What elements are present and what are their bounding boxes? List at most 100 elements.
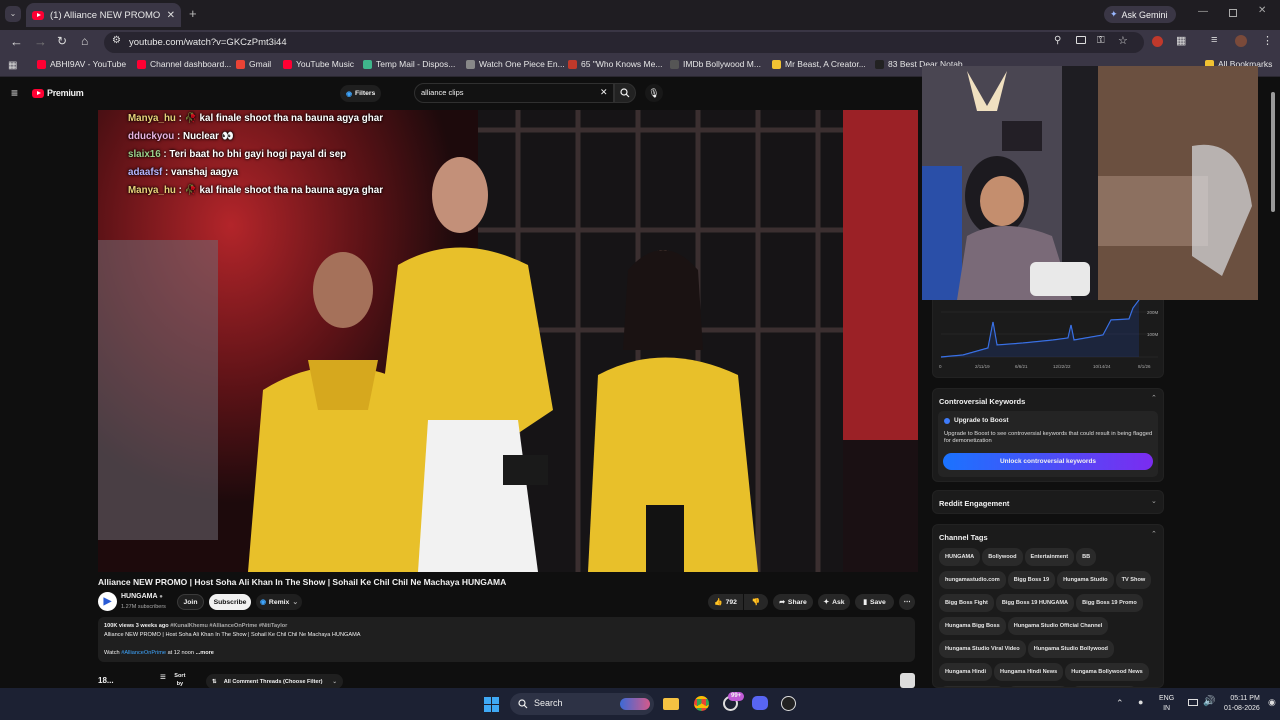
close-window-button[interactable]: ✕ (1258, 5, 1266, 16)
channel-tag[interactable]: Bigg Boss 19 HUNGAMA (995, 594, 1075, 612)
close-tab-icon[interactable]: ✕ (167, 10, 175, 21)
channel-tag[interactable]: Hungama Studio Viral Video (939, 640, 1026, 658)
scrollbar-thumb[interactable] (1271, 92, 1275, 212)
ask-gemini-button[interactable]: ✦ Ask Gemini (1104, 6, 1176, 23)
discord-icon[interactable] (752, 696, 768, 710)
channel-tag[interactable]: HUNGAMA (939, 548, 981, 566)
start-button[interactable] (484, 697, 499, 712)
like-button[interactable]: 👍 792 (708, 594, 743, 610)
share-button[interactable]: ➦ Share (773, 594, 813, 610)
search-button[interactable] (614, 83, 636, 103)
watch-hashtag[interactable]: #AllianceOnPrime (121, 650, 166, 656)
bookmark-item[interactable]: Watch One Piece En... (466, 59, 565, 69)
zoom-icon[interactable]: ⚲ (1054, 35, 1061, 46)
channel-name[interactable]: HUNGAMA ● (121, 593, 163, 600)
home-icon[interactable]: ⌂ (81, 34, 88, 48)
channel-tag[interactable]: Hungama Bigg Boss (939, 617, 1006, 635)
forward-icon[interactable]: → (34, 34, 47, 49)
channel-tag[interactable]: Bollywood (982, 548, 1023, 566)
chat-message: dduckyou : Nuclear 👀 (128, 131, 234, 142)
chevron-up-icon[interactable]: ⌃ (1151, 530, 1157, 538)
cast-icon[interactable] (1076, 36, 1086, 44)
bookmark-star-icon[interactable]: ☆ (1118, 34, 1128, 47)
sort-button[interactable]: ≡ Sort by (160, 672, 188, 688)
channel-tag[interactable]: BB (1076, 548, 1097, 566)
volume-icon[interactable]: 🔊 (1203, 696, 1215, 707)
bookmark-item[interactable]: Mr Beast, A Creator... (772, 59, 866, 69)
unlock-keywords-button[interactable]: Unlock controversial keywords (943, 453, 1153, 470)
channel-tag[interactable]: Bigg Boss 19 (1007, 571, 1056, 589)
guide-menu-icon[interactable]: ≡ (11, 86, 18, 100)
channel-tag[interactable]: Bigg Boss 19 Promo (1076, 594, 1143, 612)
channel-tag[interactable]: hungamastudio.com (939, 571, 1006, 589)
reddit-engagement-panel[interactable]: Reddit Engagement ⌄ (932, 490, 1164, 514)
bookmark-item[interactable]: Channel dashboard... (137, 59, 231, 69)
microphone-icon[interactable]: ● (1138, 697, 1143, 707)
display-icon[interactable] (1188, 699, 1198, 706)
more-link[interactable]: ...more (196, 650, 214, 656)
channel-tag[interactable]: Hungama Studio (1057, 571, 1114, 589)
channel-tag[interactable]: TV Show (1115, 571, 1152, 589)
reading-list-icon[interactable]: ≡ (1211, 34, 1217, 46)
ask-button[interactable]: ✦ Ask (818, 594, 850, 610)
bookmark-item[interactable]: Gmail (236, 59, 271, 69)
tab-search-button[interactable]: ⌄ (5, 6, 21, 22)
new-tab-button[interactable]: + (189, 6, 197, 21)
clear-search-icon[interactable]: ✕ (600, 87, 608, 98)
notifications-bell-icon[interactable]: ◉ (1268, 697, 1276, 708)
taskbar-search[interactable]: Search (510, 693, 654, 715)
save-button[interactable]: ▮ Save (855, 594, 894, 610)
hashtags[interactable]: #KunalKhemu #AllianceOnPrime #NitiTaylor (170, 623, 287, 629)
url-text[interactable]: youtube.com/watch?v=GKCzPmt3i44 (129, 37, 287, 48)
bookmark-item[interactable]: ABHI9AV - YouTube (37, 59, 126, 69)
chevron-up-icon[interactable]: ⌃ (1116, 698, 1124, 709)
site-info-icon[interactable]: ⚙ (112, 35, 121, 46)
address-bar[interactable]: ⚙ youtube.com/watch?v=GKCzPmt3i44 ⚲ ⚿ ☆ (104, 32, 1144, 53)
reload-icon[interactable]: ↻ (57, 34, 67, 48)
browser-menu-icon[interactable]: ⋮ (1262, 34, 1273, 47)
description-box[interactable]: 100K views 3 weeks ago #KunalKhemu #Alli… (98, 617, 915, 662)
bookmark-item[interactable]: 65 "Who Knows Me... (568, 59, 662, 69)
apps-grid-icon[interactable]: ▦ (8, 60, 17, 71)
dislike-button[interactable]: 👎 (744, 594, 768, 610)
filters-button[interactable]: ◉ Filters (340, 85, 382, 102)
file-explorer-icon[interactable] (663, 698, 679, 710)
tab-active[interactable]: (1) Alliance NEW PROMO | Host ✕ (26, 3, 181, 27)
extension-red-icon[interactable] (1152, 36, 1163, 47)
obs-icon[interactable] (781, 696, 796, 711)
channel-tag[interactable]: Hungama Studio Bollywood (1027, 640, 1114, 658)
back-icon[interactable]: ← (10, 34, 23, 49)
channel-tag[interactable]: Hungama Studio Official Channel (1007, 617, 1109, 635)
clock[interactable]: 05:11 PM 01-08-2026 (1224, 694, 1260, 714)
channel-tag[interactable]: Hungama Bollywood News (1065, 663, 1149, 681)
bookmark-item[interactable]: YouTube Music (283, 59, 354, 69)
chevron-down-icon[interactable]: ⌄ (1151, 497, 1157, 505)
password-key-icon[interactable]: ⚿ (1097, 35, 1105, 46)
channel-tag[interactable]: Entertainment (1024, 548, 1075, 566)
minimize-button[interactable]: — (1198, 6, 1208, 17)
bookmark-item[interactable]: Temp Mail - Dispos... (363, 59, 455, 69)
share-icon: ➦ (779, 599, 785, 606)
channel-tag[interactable]: Hungama Hindi (939, 663, 993, 681)
bookmark-item[interactable]: IMDb Bollywood M... (670, 59, 761, 69)
channel-tag[interactable]: Bigg Boss Fight (939, 594, 994, 612)
subscribe-button[interactable]: Subscribe (209, 594, 251, 610)
video-player[interactable]: Manya_hu : 🥀 kal finale shoot tha na bau… (98, 110, 918, 572)
page-scrollbar[interactable] (1270, 80, 1276, 680)
chevron-up-icon[interactable]: ⌃ (1151, 394, 1157, 402)
join-button[interactable]: Join (177, 594, 204, 610)
comment-filter-select[interactable]: ⇅ All Comment Threads (Choose Filter) ⌄ (206, 674, 343, 689)
extensions-puzzle-icon[interactable]: ▦ (1176, 34, 1186, 47)
channel-avatar[interactable]: ▶ (98, 592, 117, 611)
maximize-button[interactable] (1229, 9, 1237, 17)
voice-search-button[interactable]: 🎙 (645, 84, 663, 102)
channel-tag[interactable]: Hungama Hindi News (994, 663, 1064, 681)
profile-avatar[interactable] (1235, 35, 1247, 47)
search-input[interactable]: alliance clips ✕ (414, 83, 614, 103)
remix-button[interactable]: ◉ Remix ⌄ (256, 594, 302, 610)
language-indicator[interactable]: ENG IN (1159, 694, 1174, 714)
user-avatar[interactable] (900, 673, 915, 688)
more-actions-button[interactable]: ⋯ (899, 594, 915, 610)
chrome-icon[interactable] (694, 696, 709, 711)
youtube-logo[interactable]: Premium (32, 88, 84, 98)
